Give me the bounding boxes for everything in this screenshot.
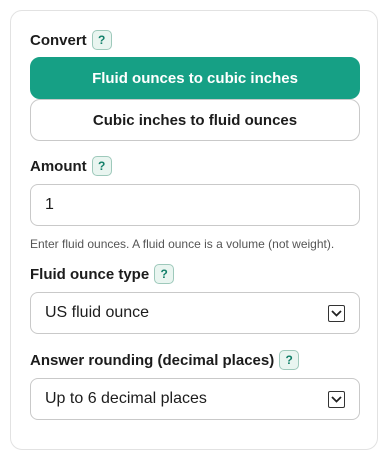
fluid-ounce-type-select[interactable]: US fluid ounce xyxy=(30,292,360,334)
fluid-ounce-type-section: Fluid ounce type ? US fluid ounce xyxy=(30,263,360,334)
rounding-label-row: Answer rounding (decimal places) ? xyxy=(30,349,360,371)
chevron-down-icon xyxy=(328,390,345,408)
convert-label: Convert xyxy=(30,31,87,49)
amount-input[interactable]: 1 xyxy=(30,184,360,226)
rounding-select[interactable]: Up to 6 decimal places xyxy=(30,378,360,420)
convert-label-row: Convert ? xyxy=(30,29,360,51)
cubic-in-to-fl-oz-button[interactable]: Cubic inches to fluid ounces xyxy=(30,99,360,141)
rounding-help-button[interactable]: ? xyxy=(279,350,300,370)
amount-label-row: Amount ? xyxy=(30,155,360,177)
amount-section: Amount ? 1 Enter fluid ounces. A fluid o… xyxy=(30,155,360,251)
fluid-ounce-type-value: US fluid ounce xyxy=(45,304,150,321)
convert-help-button[interactable]: ? xyxy=(91,30,112,50)
converter-card: Convert ? Fluid ounces to cubic inches C… xyxy=(10,10,378,450)
amount-label: Amount xyxy=(30,157,87,175)
amount-help-button[interactable]: ? xyxy=(91,156,112,176)
rounding-label: Answer rounding (decimal places) xyxy=(30,351,275,369)
amount-hint: Enter fluid ounces. A fluid ounce is a v… xyxy=(30,237,335,251)
fluid-ounce-type-help-button[interactable]: ? xyxy=(154,264,175,284)
convert-section: Convert ? Fluid ounces to cubic inches C… xyxy=(30,29,360,141)
rounding-value: Up to 6 decimal places xyxy=(45,390,207,407)
rounding-section: Answer rounding (decimal places) ? Up to… xyxy=(30,349,360,420)
fluid-ounce-type-label-row: Fluid ounce type ? xyxy=(30,263,360,285)
chevron-down-icon xyxy=(328,304,345,322)
fluid-ounce-type-label: Fluid ounce type xyxy=(30,265,150,283)
fl-oz-to-cubic-in-button[interactable]: Fluid ounces to cubic inches xyxy=(30,57,360,99)
